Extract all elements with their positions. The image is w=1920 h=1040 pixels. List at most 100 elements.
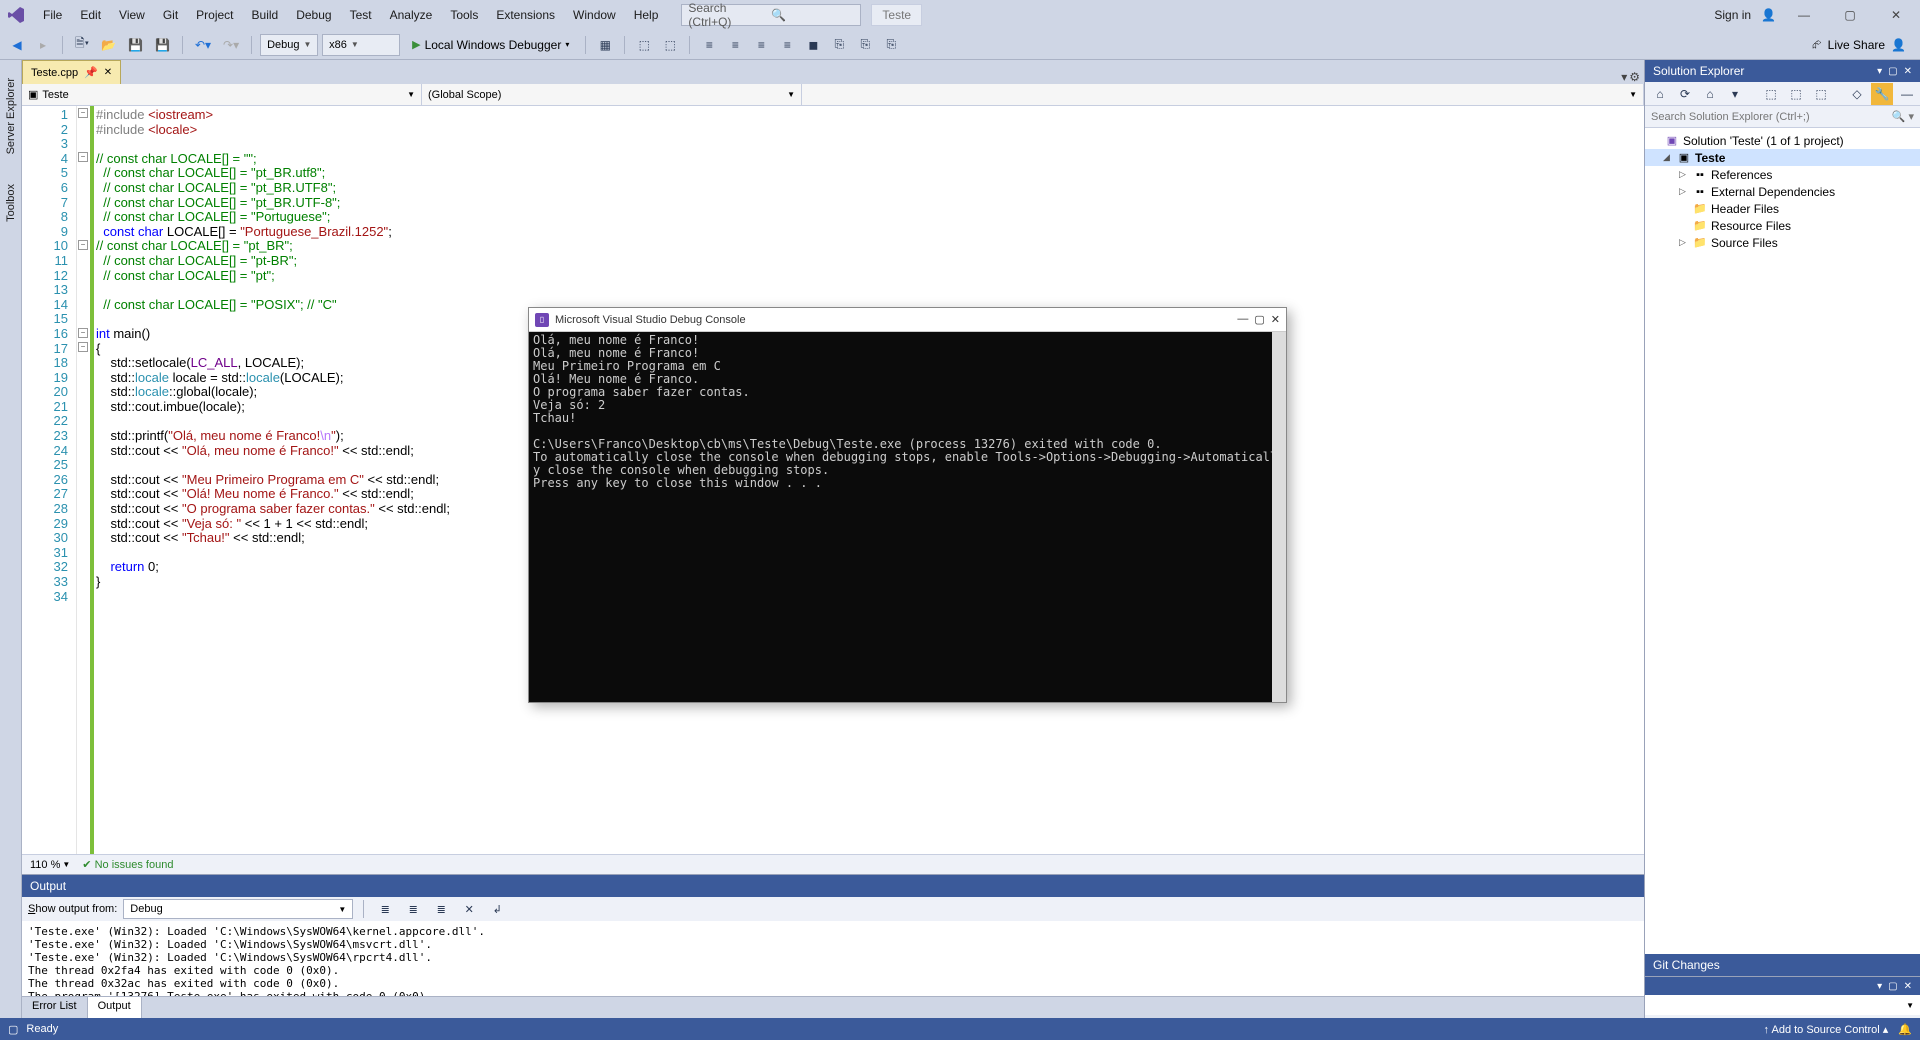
toolbar-icon-6[interactable]: ≡: [750, 34, 772, 56]
menu-file[interactable]: File: [34, 4, 71, 26]
se-btn-8[interactable]: —: [1896, 83, 1918, 105]
doc-tab-teste[interactable]: Teste.cpp 📌 ✕: [22, 60, 121, 84]
menu-window[interactable]: Window: [564, 4, 625, 26]
se-btn-6[interactable]: ⬚: [1810, 83, 1832, 105]
save-all-button[interactable]: 💾: [151, 34, 174, 56]
server-explorer-tab[interactable]: Server Explorer: [3, 70, 19, 162]
toolbar-icon-10[interactable]: ⎘: [854, 34, 876, 56]
tab-dropdown-icon[interactable]: ▾: [1621, 70, 1627, 84]
user-icon[interactable]: 👤: [1761, 8, 1776, 22]
add-source-control-button[interactable]: ↑ Add to Source Control ▴: [1764, 1023, 1889, 1036]
menu-project[interactable]: Project: [187, 4, 242, 26]
solution-tree[interactable]: ▣Solution 'Teste' (1 of 1 project) ◢▣Tes…: [1645, 128, 1920, 954]
menu-analyze[interactable]: Analyze: [381, 4, 442, 26]
tree-project[interactable]: ◢▣Teste: [1645, 149, 1920, 166]
undo-button[interactable]: ↶▾: [191, 34, 215, 56]
output-text[interactable]: 'Teste.exe' (Win32): Loaded 'C:\Windows\…: [22, 921, 1644, 996]
output-tab[interactable]: Output: [88, 997, 142, 1018]
liveshare-button[interactable]: Live Share: [1828, 38, 1885, 52]
menu-help[interactable]: Help: [625, 4, 668, 26]
window-close-icon[interactable]: ✕: [1878, 2, 1914, 28]
pin-icon[interactable]: 📌: [84, 66, 98, 79]
window-minimize-icon[interactable]: —: [1786, 2, 1822, 28]
menu-tools[interactable]: Tools: [441, 4, 487, 26]
toolbar-icon-11[interactable]: ⎘: [880, 34, 902, 56]
toolbar-icon-8[interactable]: ◼: [802, 34, 824, 56]
tree-resource-files[interactable]: 📁Resource Files: [1645, 217, 1920, 234]
open-button[interactable]: 📂: [97, 34, 120, 56]
output-btn-1[interactable]: ≣: [374, 898, 396, 920]
redo-button[interactable]: ↷▾: [219, 34, 243, 56]
feedback-icon[interactable]: 👤: [1891, 38, 1906, 52]
tree-references[interactable]: ▷▪▪References: [1645, 166, 1920, 183]
menu-extensions[interactable]: Extensions: [487, 4, 564, 26]
panel-pin-icon[interactable]: ▢: [1888, 66, 1897, 77]
tab-settings-icon[interactable]: ⚙: [1629, 70, 1640, 84]
menu-view[interactable]: View: [110, 4, 154, 26]
zoom-level[interactable]: 110 % ▼: [30, 859, 70, 871]
menu-debug[interactable]: Debug: [287, 4, 340, 26]
window-restore-icon[interactable]: ▢: [1832, 2, 1868, 28]
se-btn-7[interactable]: ◇: [1846, 83, 1868, 105]
se-btn-4[interactable]: ⬚: [1760, 83, 1782, 105]
console-titlebar[interactable]: ▯ Microsoft Visual Studio Debug Console …: [529, 308, 1286, 332]
toolbar-icon-2[interactable]: ⬚: [633, 34, 655, 56]
se-btn-3[interactable]: ▾: [1724, 83, 1746, 105]
toolbar-icon-3[interactable]: ⬚: [659, 34, 681, 56]
menu-git[interactable]: Git: [154, 4, 187, 26]
debug-console-window[interactable]: ▯ Microsoft Visual Studio Debug Console …: [528, 307, 1287, 703]
se-btn-5[interactable]: ⬚: [1785, 83, 1807, 105]
output-btn-3[interactable]: ≣: [430, 898, 452, 920]
console-minimize-icon[interactable]: —: [1237, 313, 1248, 326]
tree-header-files[interactable]: 📁Header Files: [1645, 200, 1920, 217]
nav-scope-combo[interactable]: (Global Scope)▼: [422, 84, 802, 105]
error-list-tab[interactable]: Error List: [22, 997, 88, 1018]
toolbar-icon-5[interactable]: ≡: [724, 34, 746, 56]
console-close-icon[interactable]: ✕: [1271, 313, 1280, 326]
menu-edit[interactable]: Edit: [71, 4, 110, 26]
props-pin-icon[interactable]: ▢: [1888, 981, 1897, 992]
se-btn-1[interactable]: ⟳: [1674, 83, 1696, 105]
toolbar-icon-1[interactable]: ▦: [594, 34, 616, 56]
se-wrench-icon[interactable]: 🔧: [1871, 83, 1893, 105]
menu-build[interactable]: Build: [243, 4, 288, 26]
git-changes-title[interactable]: Git Changes: [1645, 954, 1920, 976]
console-maximize-icon[interactable]: ▢: [1254, 313, 1264, 326]
toolbox-tab[interactable]: Toolbox: [3, 176, 19, 230]
nav-project-combo[interactable]: ▣Teste▼: [22, 84, 422, 105]
panel-close-icon[interactable]: ✕: [1904, 66, 1912, 77]
toolbar-icon-9[interactable]: ⎘: [828, 34, 850, 56]
save-button[interactable]: 💾: [124, 34, 147, 56]
config-dropdown[interactable]: Debug▼: [260, 34, 318, 56]
nav-member-combo[interactable]: ▼: [802, 84, 1644, 105]
se-home-icon[interactable]: ⌂: [1649, 83, 1671, 105]
props-dropdown-icon[interactable]: ▾: [1877, 981, 1882, 992]
global-search-input[interactable]: Search (Ctrl+Q) 🔍: [681, 4, 861, 26]
nav-fwd-button[interactable]: ▸: [32, 34, 54, 56]
start-debugger-button[interactable]: ▶Local Windows Debugger▾: [404, 34, 577, 56]
output-clear-button[interactable]: ✕: [458, 898, 480, 920]
tree-external-deps[interactable]: ▷▪▪External Dependencies: [1645, 183, 1920, 200]
menu-test[interactable]: Test: [341, 4, 381, 26]
signin-link[interactable]: Sign in: [1714, 8, 1751, 22]
nav-back-button[interactable]: ◀: [6, 34, 28, 56]
tree-source-files[interactable]: ▷📁Source Files: [1645, 234, 1920, 251]
output-source-dropdown[interactable]: Debug▼: [123, 899, 353, 919]
issues-indicator[interactable]: ✔ No issues found: [82, 858, 173, 871]
se-btn-2[interactable]: ⌂: [1699, 83, 1721, 105]
output-btn-2[interactable]: ≣: [402, 898, 424, 920]
solution-search-input[interactable]: Search Solution Explorer (Ctrl+;)🔍 ▾: [1645, 106, 1920, 128]
panel-dropdown-icon[interactable]: ▾: [1877, 66, 1882, 77]
close-icon[interactable]: ✕: [104, 67, 112, 78]
platform-dropdown[interactable]: x86▼: [322, 34, 400, 56]
liveshare-icon[interactable]: ⮳: [1812, 37, 1822, 52]
output-wrap-button[interactable]: ↲: [486, 898, 508, 920]
toolbar-icon-7[interactable]: ≡: [776, 34, 798, 56]
toolbar-icon-4[interactable]: ≡: [698, 34, 720, 56]
tree-solution-root[interactable]: ▣Solution 'Teste' (1 of 1 project): [1645, 132, 1920, 149]
new-project-button[interactable]: 🗎▾: [71, 34, 93, 56]
props-close-icon[interactable]: ✕: [1904, 981, 1912, 992]
notifications-icon[interactable]: 🔔: [1898, 1023, 1912, 1036]
console-output[interactable]: Olá, meu nome é Franco! Olá, meu nome é …: [529, 332, 1286, 702]
properties-dropdown[interactable]: ▼: [1645, 995, 1920, 1015]
